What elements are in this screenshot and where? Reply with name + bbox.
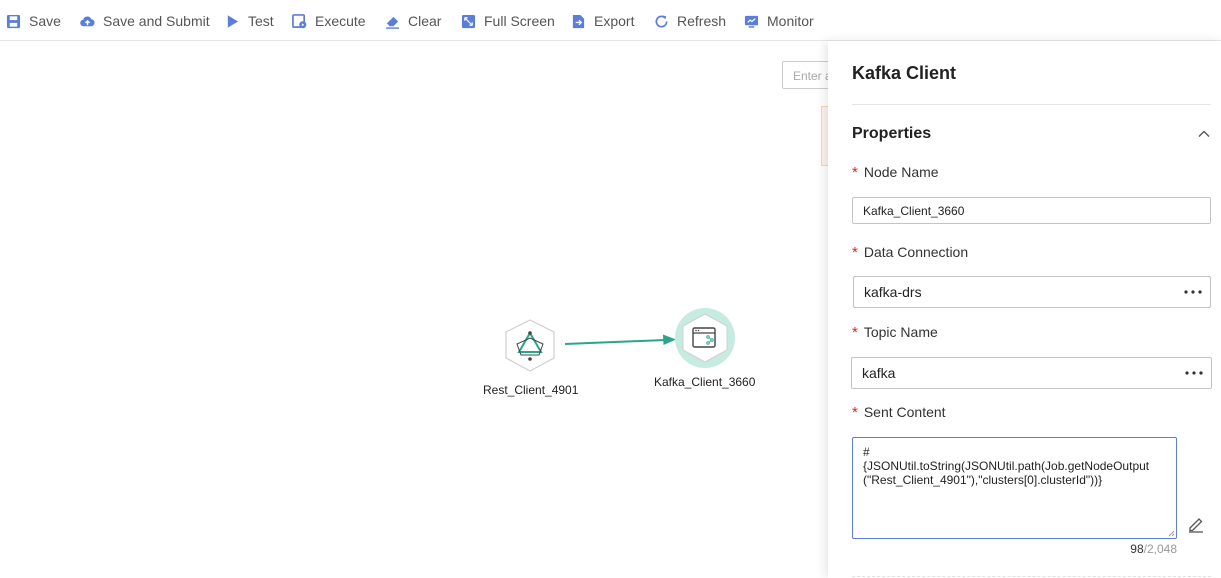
required-mark: * bbox=[852, 404, 858, 421]
refresh-icon bbox=[655, 14, 668, 27]
chevron-up-icon[interactable] bbox=[1197, 127, 1211, 141]
node-name-value: Kafka_Client_3660 bbox=[863, 203, 965, 218]
test-button[interactable]: Test bbox=[225, 11, 274, 31]
rest-client-node-label: Rest_Client_4901 bbox=[483, 383, 579, 397]
kafka-client-node[interactable] bbox=[675, 308, 735, 368]
panel-divider bbox=[852, 104, 1211, 105]
workflow-canvas[interactable]: Enter a Rest_Client_4901 Kafka_Client_36… bbox=[0, 41, 828, 578]
execute-label: Execute bbox=[315, 13, 366, 29]
save-and-submit-label: Save and Submit bbox=[103, 13, 210, 29]
topic-name-select[interactable]: kafka bbox=[851, 357, 1212, 389]
character-max: /2,048 bbox=[1143, 542, 1177, 556]
full-screen-label: Full Screen bbox=[484, 13, 555, 29]
monitor-label: Monitor bbox=[767, 13, 814, 29]
edge-arrowhead bbox=[663, 334, 676, 345]
export-label: Export bbox=[594, 13, 635, 29]
eraser-icon bbox=[385, 16, 400, 29]
export-button[interactable]: Export bbox=[571, 11, 634, 31]
required-mark: * bbox=[852, 324, 858, 341]
full-screen-icon bbox=[461, 14, 476, 28]
node-name-label-text: Node Name bbox=[863, 164, 939, 180]
clear-button[interactable]: Clear bbox=[385, 11, 441, 31]
sent-content-textarea[interactable]: # {JSONUtil.toString(JSONUtil.path(Job.ge… bbox=[852, 437, 1177, 539]
section-divider bbox=[852, 576, 1211, 577]
data-connection-select[interactable]: kafka-drs bbox=[853, 276, 1211, 308]
more-options-icon[interactable] bbox=[1185, 371, 1203, 375]
save-button[interactable]: Save bbox=[6, 11, 61, 31]
rest-client-node[interactable] bbox=[505, 319, 555, 372]
topic-name-value: kafka bbox=[862, 365, 896, 381]
edge-arrow[interactable] bbox=[564, 339, 666, 345]
panel-title: Kafka Client bbox=[852, 63, 957, 83]
save-label: Save bbox=[29, 13, 61, 29]
save-icon bbox=[6, 14, 21, 28]
sent-content-label-text: Sent Content bbox=[863, 404, 946, 420]
topic-name-label: * Topic Name bbox=[852, 324, 938, 341]
cloud-upload-icon bbox=[80, 16, 95, 26]
resize-grip-icon[interactable] bbox=[1167, 529, 1175, 537]
kafka-client-node-label: Kafka_Client_3660 bbox=[654, 375, 756, 389]
character-count: 98 bbox=[1130, 542, 1144, 556]
export-icon bbox=[572, 14, 585, 28]
monitor-button[interactable]: Monitor bbox=[744, 11, 814, 31]
save-and-submit-button[interactable]: Save and Submit bbox=[80, 11, 210, 31]
edit-pencil-icon[interactable] bbox=[1187, 515, 1205, 533]
required-mark: * bbox=[852, 164, 858, 181]
play-icon bbox=[227, 14, 239, 28]
clear-label: Clear bbox=[408, 13, 442, 29]
toolbar: Save Save and Submit Test Execute Clear … bbox=[0, 0, 1221, 41]
data-connection-value: kafka-drs bbox=[864, 284, 922, 300]
sent-content-value: # {JSONUtil.toString(JSONUtil.path(Job.ge… bbox=[863, 445, 1150, 487]
refresh-label: Refresh bbox=[677, 13, 727, 29]
test-label: Test bbox=[248, 13, 274, 29]
properties-panel: Kafka Client Properties * Node Name Kafka… bbox=[828, 41, 1221, 578]
data-connection-label: * Data Connection bbox=[852, 244, 968, 261]
properties-section-title: Properties bbox=[852, 125, 932, 142]
monitor-icon bbox=[744, 15, 759, 28]
node-name-label: * Node Name bbox=[852, 164, 939, 181]
node-name-input[interactable]: Kafka_Client_3660 bbox=[852, 197, 1211, 224]
workflow-graph bbox=[505, 308, 735, 372]
required-mark: * bbox=[852, 244, 858, 261]
more-options-icon[interactable] bbox=[1184, 290, 1202, 294]
execute-button[interactable]: Execute bbox=[292, 11, 366, 31]
data-connection-label-text: Data Connection bbox=[863, 244, 969, 260]
refresh-button[interactable]: Refresh bbox=[654, 11, 726, 31]
full-screen-button[interactable]: Full Screen bbox=[461, 11, 555, 31]
character-counter: 98/2,048 bbox=[852, 542, 1177, 556]
topic-name-label-text: Topic Name bbox=[863, 324, 938, 340]
sent-content-label: * Sent Content bbox=[852, 404, 946, 421]
execute-icon bbox=[292, 13, 307, 28]
